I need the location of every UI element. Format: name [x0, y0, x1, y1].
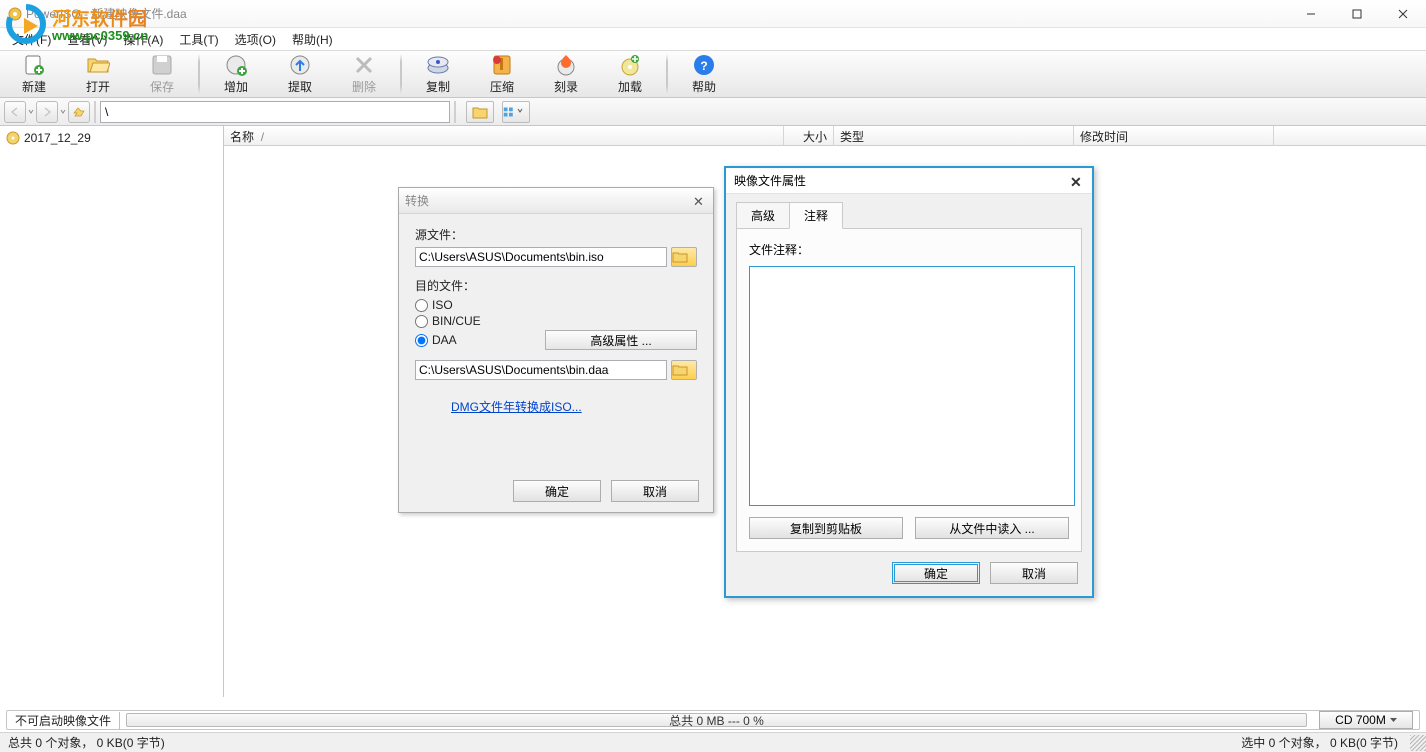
progress-bar: 总共 0 MB --- 0 %	[126, 713, 1307, 727]
menu-action[interactable]: 操作(A)	[117, 30, 169, 49]
close-icon[interactable]: ✕	[1070, 174, 1084, 188]
tb-open[interactable]: 打开	[66, 51, 130, 97]
mount-icon	[618, 53, 642, 77]
radio-bincue[interactable]	[415, 315, 428, 328]
menu-tools[interactable]: 工具(T)	[173, 30, 224, 49]
chevron-down-icon[interactable]	[28, 104, 34, 120]
dlg-convert-title[interactable]: 转换 ✕	[399, 188, 713, 214]
maximize-button[interactable]	[1334, 0, 1380, 28]
col-type[interactable]: 类型	[834, 126, 1074, 145]
dialog-image-props: 映像文件属性 ✕ 高级 注释 文件注释： 复制到剪贴板 从文件中读入 ... 确…	[724, 166, 1094, 598]
menu-bar: 文件(F) 查看(V) 操作(A) 工具(T) 选项(O) 帮助(H)	[0, 28, 1426, 50]
tree-pane[interactable]: 2017_12_29	[0, 126, 224, 697]
chevron-down-icon[interactable]	[60, 104, 66, 120]
menu-options[interactable]: 选项(O)	[229, 30, 282, 49]
src-label: 源文件：	[415, 226, 697, 243]
new-icon	[22, 53, 46, 77]
chevron-down-icon	[1390, 718, 1397, 722]
tb-mount[interactable]: 加载	[598, 51, 662, 97]
src-input[interactable]	[415, 247, 667, 267]
progress-row: 不可启动映像文件 总共 0 MB --- 0 % CD 700M	[6, 710, 1420, 730]
comment-label: 文件注释：	[749, 241, 1069, 258]
help-icon: ?	[692, 53, 716, 77]
tab-pane-comment: 文件注释： 复制到剪贴板 从文件中读入 ...	[736, 229, 1082, 552]
tb-add[interactable]: 增加	[204, 51, 268, 97]
toolbar-sep	[198, 54, 200, 94]
dlg-props-title[interactable]: 映像文件属性 ✕	[726, 168, 1092, 194]
tb-new[interactable]: 新建	[2, 51, 66, 97]
minimize-button[interactable]	[1288, 0, 1334, 28]
tb-help[interactable]: ?帮助	[672, 51, 736, 97]
extract-icon	[288, 53, 312, 77]
dst-label: 目的文件：	[415, 277, 697, 294]
radio-iso[interactable]	[415, 299, 428, 312]
svg-text:?: ?	[700, 59, 707, 73]
close-icon[interactable]: ✕	[693, 194, 707, 208]
window-title-text: PowerISO - 新建映像文件.daa	[26, 5, 187, 22]
nav-up[interactable]	[68, 101, 90, 123]
burn-icon	[554, 53, 578, 77]
dst-input[interactable]	[415, 360, 667, 380]
tb-extract[interactable]: 提取	[268, 51, 332, 97]
toolbar: 新建 打开 保存 增加 提取 删除 复制 压缩 刻录 加载 ?帮助	[0, 50, 1426, 98]
tb-save: 保存	[130, 51, 194, 97]
tb-delete: 删除	[332, 51, 396, 97]
status-right: 选中 0 个对象， 0 KB(0 字节)	[1233, 734, 1406, 751]
tab-comment[interactable]: 注释	[789, 202, 843, 229]
save-icon	[150, 53, 174, 77]
add-icon	[224, 53, 248, 77]
dst-browse[interactable]	[671, 360, 697, 380]
radio-daa[interactable]	[415, 334, 428, 347]
disc-icon	[6, 131, 20, 145]
tree-root[interactable]: 2017_12_29	[4, 130, 219, 146]
disc-size-select[interactable]: CD 700M	[1319, 711, 1413, 729]
close-button[interactable]	[1380, 0, 1426, 28]
window-title: PowerISO - 新建映像文件.daa	[8, 5, 1418, 22]
props-ok[interactable]: 确定	[892, 562, 980, 584]
nav-fwd[interactable]	[36, 101, 58, 123]
dmg-link[interactable]: DMG文件年转换成ISO...	[451, 398, 697, 415]
tabs: 高级 注释	[736, 202, 1082, 229]
convert-ok[interactable]: 确定	[513, 480, 601, 502]
boot-label: 不可启动映像文件	[7, 712, 120, 729]
convert-cancel[interactable]: 取消	[611, 480, 699, 502]
col-name[interactable]: 名称 /	[224, 126, 784, 145]
open-icon	[86, 53, 110, 77]
compress-icon	[490, 53, 514, 77]
col-date[interactable]: 修改时间	[1074, 126, 1274, 145]
menu-view[interactable]: 查看(V)	[61, 30, 113, 49]
copy-icon	[426, 53, 450, 77]
resize-grip[interactable]	[1410, 735, 1426, 751]
status-left: 总共 0 个对象， 0 KB(0 字节)	[0, 734, 173, 751]
comment-textarea[interactable]	[749, 266, 1075, 506]
delete-icon	[352, 53, 376, 77]
read-file-btn[interactable]: 从文件中读入 ...	[915, 517, 1069, 539]
nav-bar	[0, 98, 1426, 126]
tb-copy[interactable]: 复制	[406, 51, 470, 97]
view-mode-btn[interactable]	[502, 101, 530, 123]
dialog-convert: 转换 ✕ 源文件： 目的文件： ISO BIN/CUE DAA 高级属性 ...…	[398, 187, 714, 513]
props-cancel[interactable]: 取消	[990, 562, 1078, 584]
toolbar-sep	[400, 54, 402, 94]
menu-help[interactable]: 帮助(H)	[286, 30, 339, 49]
folder-tree-btn[interactable]	[466, 101, 494, 123]
advanced-properties-btn[interactable]: 高级属性 ...	[545, 330, 697, 350]
tb-burn[interactable]: 刻录	[534, 51, 598, 97]
copy-clipboard-btn[interactable]: 复制到剪贴板	[749, 517, 903, 539]
status-bar: 总共 0 个对象， 0 KB(0 字节) 选中 0 个对象， 0 KB(0 字节…	[0, 732, 1426, 752]
list-header: 名称 / 大小 类型 修改时间	[224, 126, 1426, 146]
nav-back[interactable]	[4, 101, 26, 123]
tree-item-label: 2017_12_29	[24, 131, 91, 145]
tab-advanced[interactable]: 高级	[736, 202, 790, 228]
path-input[interactable]	[100, 101, 450, 123]
tb-compress[interactable]: 压缩	[470, 51, 534, 97]
menu-file[interactable]: 文件(F)	[6, 30, 57, 49]
col-size[interactable]: 大小	[784, 126, 834, 145]
toolbar-sep	[666, 54, 668, 94]
app-icon	[8, 7, 22, 21]
title-bar: PowerISO - 新建映像文件.daa	[0, 0, 1426, 28]
src-browse[interactable]	[671, 247, 697, 267]
